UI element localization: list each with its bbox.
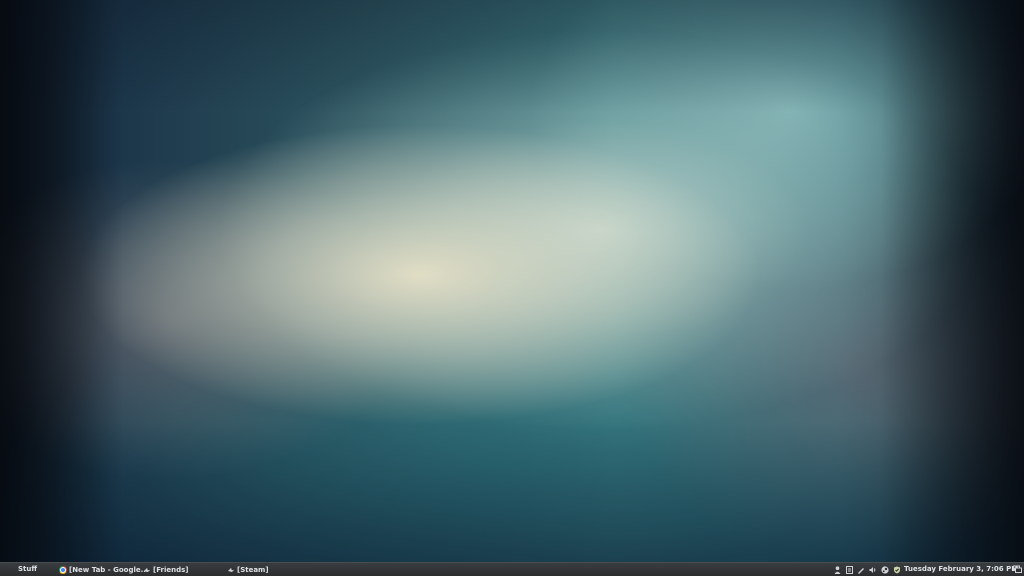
system-tray — [833, 565, 905, 574]
pen-icon[interactable] — [857, 565, 865, 574]
steam-icon — [227, 566, 235, 574]
taskbar-clock[interactable]: Tuesday February 3, 7:06 PM — [904, 565, 1018, 573]
taskbar-item-friends[interactable]: [Friends] — [143, 564, 189, 575]
chrome-icon — [59, 565, 67, 574]
wallpaper-vignette — [0, 0, 1024, 562]
taskbar-item-label: [Steam] — [237, 565, 269, 574]
shield-icon[interactable] — [893, 565, 901, 574]
taskbar-item-label: [New Tab - Google... — [69, 565, 149, 574]
notification-icon[interactable] — [1013, 565, 1022, 574]
taskbar-item-chrome[interactable]: [New Tab - Google... — [59, 564, 149, 575]
taskbar: Stuff [New Tab - Google... [Friends] [St… — [0, 562, 1024, 576]
user-icon[interactable] — [833, 565, 841, 574]
taskbar-item-label: [Friends] — [153, 565, 189, 574]
volume-icon[interactable] — [869, 565, 877, 574]
steam-icon — [143, 566, 151, 574]
desktop-wallpaper — [0, 0, 1024, 562]
start-menu-button[interactable]: Stuff — [18, 565, 37, 573]
clipboard-icon[interactable] — [845, 565, 853, 574]
taskbar-item-steam[interactable]: [Steam] — [227, 564, 269, 575]
steam-tray-icon[interactable] — [881, 565, 889, 574]
